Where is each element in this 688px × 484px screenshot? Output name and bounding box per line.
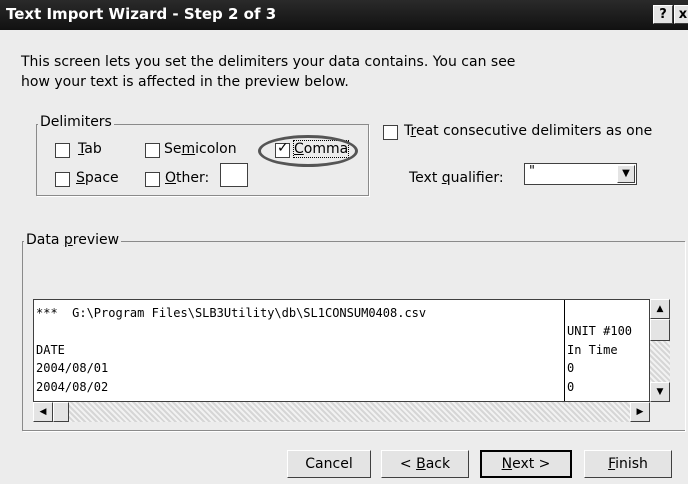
tab-checkbox[interactable]	[55, 143, 70, 158]
treat-consecutive-checkbox[interactable]	[383, 125, 398, 140]
horizontal-scroll-thumb[interactable]	[53, 402, 69, 422]
text-qualifier-value: "	[529, 164, 535, 179]
finish-button[interactable]: Finish	[584, 450, 672, 478]
preview-cell: In Time	[567, 343, 618, 357]
preview-cell: *** G:\Program Files\SLB3Utility\db\SL1C…	[36, 306, 427, 320]
other-label: Other:	[165, 170, 210, 186]
window-title: Text Import Wizard - Step 2 of 3	[6, 5, 277, 23]
semicolon-label: Semicolon	[164, 141, 237, 157]
help-button[interactable]: ?	[653, 5, 673, 24]
other-checkbox[interactable]	[145, 172, 160, 187]
preview-cell: 2004/08/02	[36, 380, 109, 394]
space-label: Space	[76, 170, 119, 186]
scroll-up-icon[interactable]: ▲	[650, 299, 670, 319]
title-bar: Text Import Wizard - Step 2 of 3	[0, 0, 688, 30]
intro-line-1: This screen lets you set the delimiters …	[21, 54, 516, 70]
preview-column-2[interactable]: UNIT #100 In Time 0 0	[565, 300, 649, 401]
chevron-down-icon[interactable]: ▼	[617, 165, 635, 183]
space-checkbox[interactable]	[55, 172, 70, 187]
comma-highlight-circle	[258, 135, 358, 167]
close-button[interactable]: x	[674, 5, 688, 24]
preview-cell: 0	[567, 361, 575, 375]
cancel-button[interactable]: Cancel	[287, 450, 371, 478]
semicolon-checkbox[interactable]	[145, 143, 160, 158]
scroll-left-icon[interactable]: ◀	[33, 402, 53, 422]
back-button[interactable]: < Back	[381, 450, 469, 478]
tab-label: Tab	[78, 141, 102, 157]
vertical-scrollbar[interactable]: ▲ ▼	[650, 299, 670, 402]
preview-cell: 0	[567, 380, 575, 394]
intro-text: This screen lets you set the delimiters …	[21, 52, 541, 92]
preview-cell: DATE	[36, 343, 65, 357]
data-preview-legend: Data preview	[24, 232, 122, 248]
delimiters-legend: Delimiters	[38, 114, 114, 130]
scroll-right-icon[interactable]: ▶	[630, 402, 650, 422]
scroll-down-icon[interactable]: ▼	[650, 382, 670, 402]
next-button[interactable]: Next >	[480, 450, 572, 478]
intro-line-2: how your text is affected in the preview…	[21, 74, 349, 90]
treat-consecutive-label: Treat consecutive delimiters as one	[404, 123, 653, 139]
preview-cell: 2004/08/01	[36, 361, 109, 375]
horizontal-scrollbar[interactable]: ◀ ▶	[33, 402, 650, 422]
preview-column-1[interactable]: *** G:\Program Files\SLB3Utility\db\SL1C…	[34, 300, 565, 401]
preview-cell: UNIT #100	[567, 324, 633, 338]
data-preview-grid[interactable]: *** G:\Program Files\SLB3Utility\db\SL1C…	[33, 299, 650, 402]
other-delimiter-input[interactable]	[220, 163, 248, 187]
vertical-scroll-thumb[interactable]	[650, 319, 670, 341]
text-qualifier-select[interactable]: " ▼	[524, 163, 637, 185]
text-qualifier-label: Text qualifier:	[409, 170, 504, 186]
